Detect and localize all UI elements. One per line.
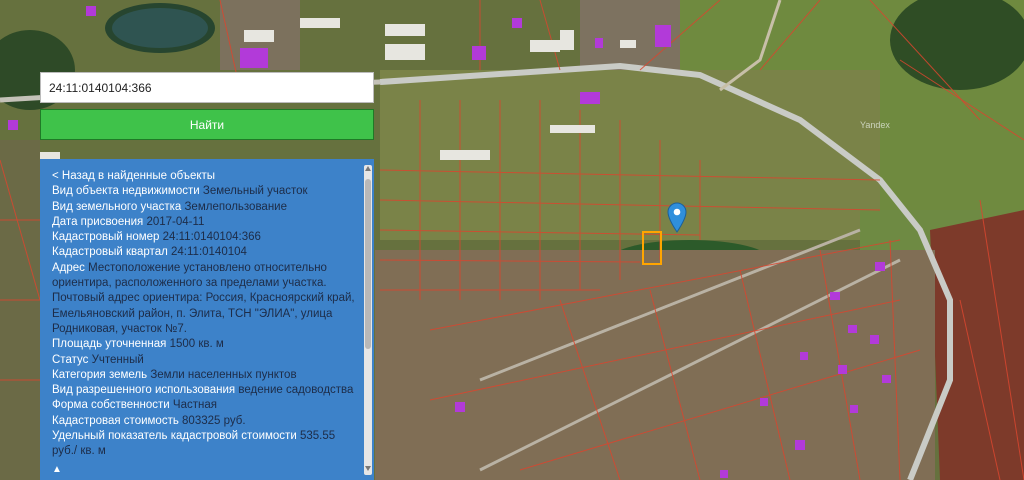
info-row: Вид разрешенного использования ведение с… [52,383,360,398]
info-row: Дата присвоения 2017-04-11 [52,215,360,230]
info-label: Статус [52,353,89,366]
info-row: Вид объекта недвижимости Земельный участ… [52,184,360,199]
cadastral-search-input[interactable] [40,72,374,103]
info-value: 2017-04-11 [146,215,205,228]
info-label: Вид объекта недвижимости [52,185,200,198]
scroll-up-arrow-icon[interactable] [365,166,371,171]
info-label: Кадастровая стоимость [52,414,179,427]
info-value: Землепользование [184,200,287,213]
info-value: ведение садоводства [238,384,354,397]
info-label: Адрес [52,261,85,274]
info-label: Форма собственности [52,399,170,412]
info-value: Земельный участок [202,185,308,198]
info-value: 1500 кв. м [169,338,224,351]
find-button[interactable]: Найти [40,109,374,140]
search-panel: Найти [40,72,374,140]
info-value: 803325 руб. [182,414,246,427]
info-row: Статус Учтенный [52,353,360,368]
collapse-arrow-icon[interactable]: ▲ [52,462,360,477]
info-value: 24:11:0140104 [171,246,247,259]
info-row: Форма собственности Частная [52,398,360,413]
info-value: Учтенный [91,353,144,366]
info-row: Кадастровый номер 24:11:0140104:366 [52,230,360,245]
info-row: Кадастровый квартал 24:11:0140104 [52,245,360,260]
info-value: 24:11:0140104:366 [162,231,261,244]
info-row: Удельный показатель кадастровой стоимост… [52,429,360,460]
info-row: Категория земель Земли населенных пункто… [52,368,360,383]
info-label: Площадь уточненная [52,338,167,351]
back-to-results-link[interactable]: < Назад в найденные объекты [52,169,360,184]
info-label: Кадастровый квартал [52,246,168,259]
info-label: Вид земельного участка [52,200,182,213]
scroll-down-arrow-icon[interactable] [365,466,371,471]
info-value: Местоположение установлено относительно … [52,261,355,335]
info-label: Вид разрешенного использования [52,384,236,397]
info-label: Категория земель [52,368,148,381]
parcel-info-panel: < Назад в найденные объекты Вид объекта … [40,159,374,480]
info-row: Кадастровая стоимость 803325 руб. [52,414,360,429]
info-row: Адрес Местоположение установлено относит… [52,261,360,337]
info-label: Дата присвоения [52,215,144,228]
info-label: Удельный показатель кадастровой стоимост… [52,430,297,443]
info-row: Площадь уточненная 1500 кв. м [52,337,360,352]
info-row: Вид земельного участка Землепользование [52,200,360,215]
info-label: Кадастровый номер [52,231,160,244]
info-panel-scrollbar[interactable] [364,165,372,475]
info-value: Частная [172,399,217,412]
map-watermark: Yandex [860,120,890,130]
scrollbar-thumb[interactable] [365,179,371,349]
info-value: Земли населенных пунктов [150,368,297,381]
